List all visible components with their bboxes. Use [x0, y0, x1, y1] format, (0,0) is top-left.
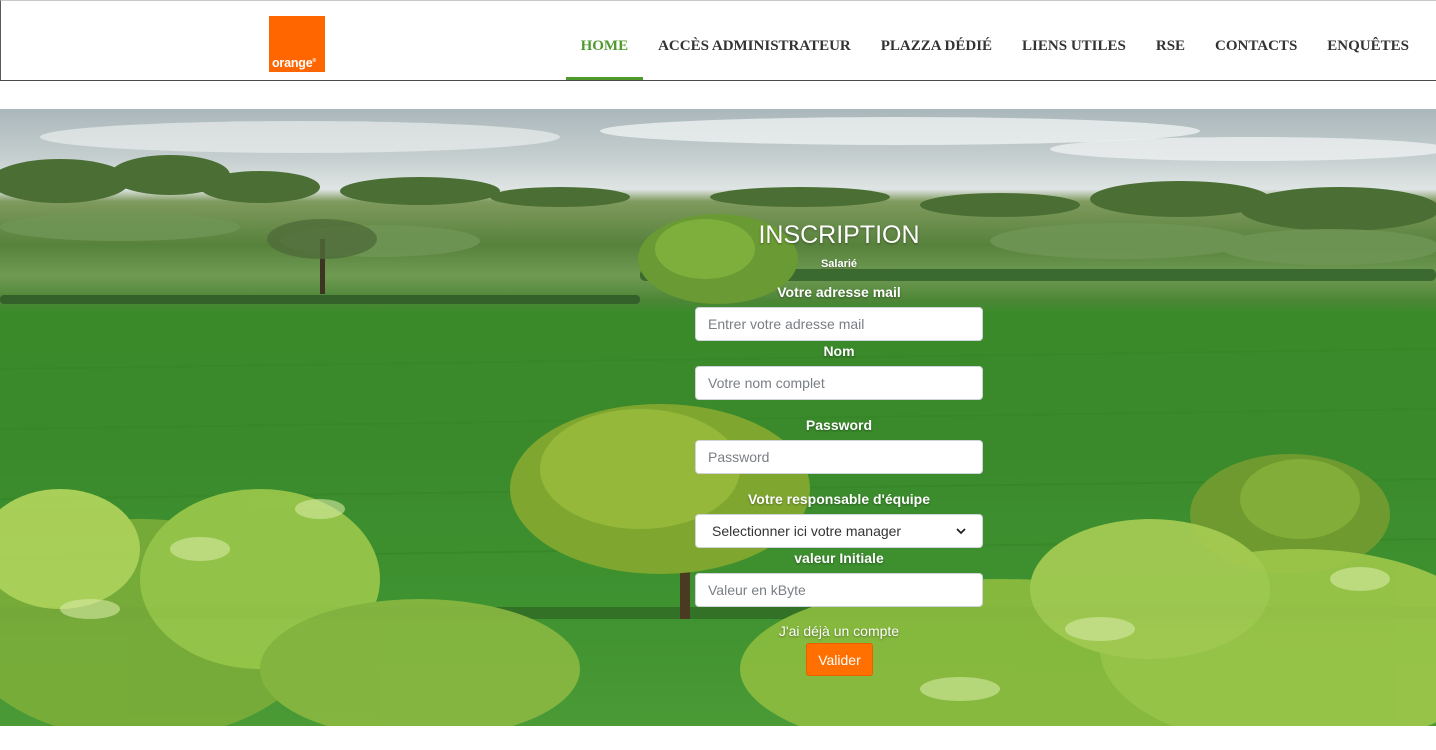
form-title: INSCRIPTION	[758, 221, 920, 249]
nav-item-plazza[interactable]: PLAZZA DÉDIÉ	[866, 1, 1007, 80]
chevron-down-icon	[956, 526, 966, 536]
password-label: Password	[805, 417, 873, 433]
existing-account-link[interactable]: J'ai déjà un compte	[675, 623, 1003, 639]
nav-item-contacts[interactable]: CONTACTS	[1200, 1, 1312, 80]
manager-label: Votre responsable d'équipe	[748, 491, 930, 507]
form-subtitle: Salarié	[820, 258, 858, 270]
site-header: orange® HOME ACCÈS ADMINISTRATEUR PLAZZA…	[0, 0, 1436, 81]
password-input[interactable]	[695, 440, 983, 474]
email-label: Votre adresse mail	[777, 284, 901, 300]
name-input[interactable]	[695, 366, 983, 400]
nav-item-rse[interactable]: RSE	[1141, 1, 1200, 80]
orange-logo-text: orange®	[272, 56, 316, 70]
manager-select-value: Selectionner ici votre manager	[712, 523, 902, 539]
initial-value-label: valeur Initiale	[794, 550, 884, 566]
name-label: Nom	[823, 343, 855, 359]
nav-item-surveys[interactable]: ENQUÊTES	[1312, 1, 1424, 80]
submit-button[interactable]: Valider	[806, 643, 873, 676]
nav-item-admin-access[interactable]: ACCÈS ADMINISTRATEUR	[643, 1, 866, 80]
orange-logo[interactable]: orange®	[269, 16, 325, 72]
manager-select[interactable]: Selectionner ici votre manager	[695, 514, 983, 548]
signup-form: INSCRIPTION Salarié Votre adresse mail N…	[695, 109, 983, 726]
email-input[interactable]	[695, 307, 983, 341]
main-nav: HOME ACCÈS ADMINISTRATEUR PLAZZA DÉDIÉ L…	[565, 1, 1436, 80]
initial-value-input[interactable]	[695, 573, 983, 607]
nav-item-home[interactable]: HOME	[565, 1, 644, 80]
nav-item-useful-links[interactable]: LIENS UTILES	[1007, 1, 1141, 80]
